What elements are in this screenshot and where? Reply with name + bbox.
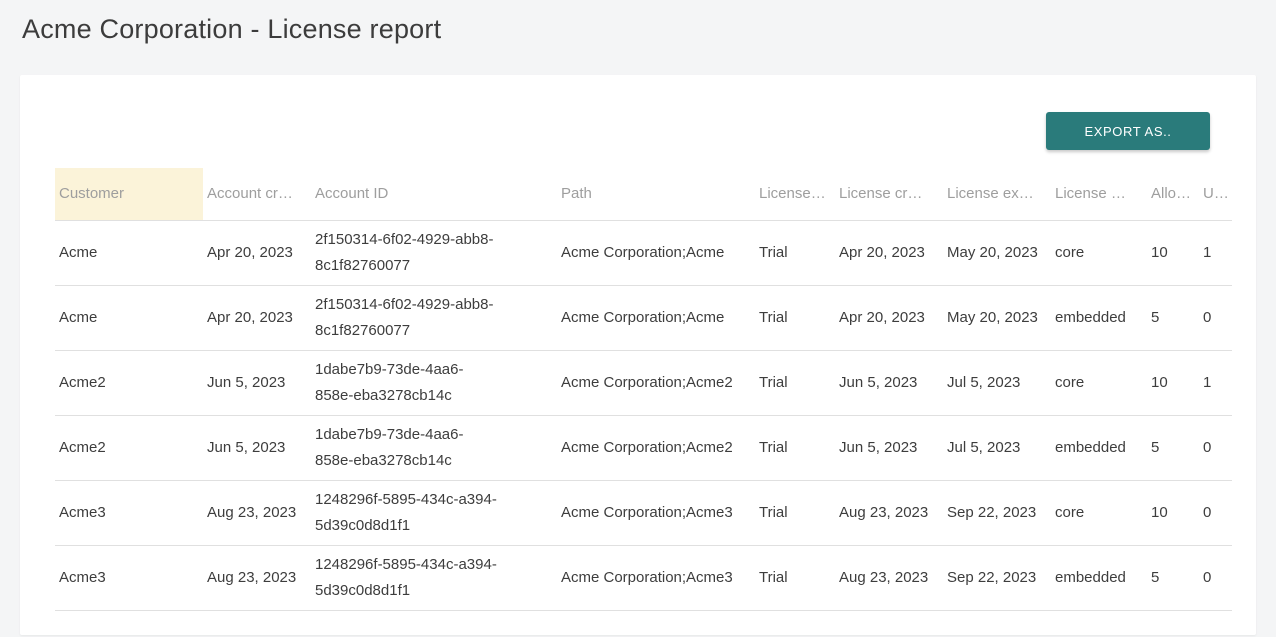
table-row: Acme2Jun 5, 20231dabe7b9-73de-4aa6-858e-… <box>55 350 1232 415</box>
column-header-allowed[interactable]: Allo… <box>1147 168 1199 220</box>
column-header-license-type[interactable]: License… <box>755 168 835 220</box>
column-header-customer[interactable]: Customer <box>55 168 203 220</box>
cell-used: 0 <box>1199 545 1232 610</box>
cell-license-model: embedded <box>1051 285 1147 350</box>
table-row: AcmeApr 20, 20232f150314-6f02-4929-abb8-… <box>55 285 1232 350</box>
report-card: EXPORT AS.. CustomerAccount cr…Account I… <box>20 75 1256 635</box>
cell-path: Acme Corporation;Acme2 <box>557 415 755 480</box>
cell-license-expires: Sep 22, 2023 <box>943 480 1051 545</box>
license-table: CustomerAccount cr…Account IDPathLicense… <box>55 168 1232 611</box>
export-as-button[interactable]: EXPORT AS.. <box>1046 112 1210 150</box>
cell-path: Acme Corporation;Acme <box>557 285 755 350</box>
cell-used: 0 <box>1199 415 1232 480</box>
column-header-license-expires[interactable]: License ex… <box>943 168 1051 220</box>
cell-allowed: 5 <box>1147 415 1199 480</box>
cell-account-created: Jun 5, 2023 <box>203 415 311 480</box>
cell-license-model: core <box>1051 220 1147 285</box>
cell-allowed: 5 <box>1147 545 1199 610</box>
cell-license-created: Jun 5, 2023 <box>835 350 943 415</box>
column-header-account-id[interactable]: Account ID <box>311 168 557 220</box>
cell-license-type: Trial <box>755 350 835 415</box>
cell-allowed: 10 <box>1147 220 1199 285</box>
cell-account-created: Aug 23, 2023 <box>203 480 311 545</box>
cell-license-created: Jun 5, 2023 <box>835 415 943 480</box>
cell-license-type: Trial <box>755 285 835 350</box>
column-header-path[interactable]: Path <box>557 168 755 220</box>
cell-license-type: Trial <box>755 220 835 285</box>
cell-license-expires: May 20, 2023 <box>943 220 1051 285</box>
cell-license-expires: May 20, 2023 <box>943 285 1051 350</box>
cell-used: 0 <box>1199 480 1232 545</box>
cell-account-id: 1dabe7b9-73de-4aa6-858e-eba3278cb14c <box>311 350 557 415</box>
cell-customer: Acme3 <box>55 545 203 610</box>
cell-license-expires: Sep 22, 2023 <box>943 545 1051 610</box>
cell-used: 1 <box>1199 350 1232 415</box>
column-header-used[interactable]: U… <box>1199 168 1232 220</box>
page-title: Acme Corporation - License report <box>0 0 1276 45</box>
toolbar: EXPORT AS.. <box>20 75 1256 150</box>
column-header-account-created[interactable]: Account cr… <box>203 168 311 220</box>
table-row: AcmeApr 20, 20232f150314-6f02-4929-abb8-… <box>55 220 1232 285</box>
cell-customer: Acme2 <box>55 415 203 480</box>
table-row: Acme2Jun 5, 20231dabe7b9-73de-4aa6-858e-… <box>55 415 1232 480</box>
cell-account-created: Apr 20, 2023 <box>203 220 311 285</box>
license-table-container: CustomerAccount cr…Account IDPathLicense… <box>20 150 1256 611</box>
cell-path: Acme Corporation;Acme2 <box>557 350 755 415</box>
table-body: AcmeApr 20, 20232f150314-6f02-4929-abb8-… <box>55 220 1232 610</box>
cell-license-model: embedded <box>1051 545 1147 610</box>
cell-account-id: 1248296f-5895-434c-a394-5d39c0d8d1f1 <box>311 480 557 545</box>
cell-license-type: Trial <box>755 545 835 610</box>
cell-used: 1 <box>1199 220 1232 285</box>
cell-customer: Acme <box>55 285 203 350</box>
table-row: Acme3Aug 23, 20231248296f-5895-434c-a394… <box>55 545 1232 610</box>
column-header-license-model[interactable]: License … <box>1051 168 1147 220</box>
cell-license-type: Trial <box>755 415 835 480</box>
column-header-license-created[interactable]: License cr… <box>835 168 943 220</box>
cell-account-id: 1248296f-5895-434c-a394-5d39c0d8d1f1 <box>311 545 557 610</box>
cell-customer: Acme <box>55 220 203 285</box>
cell-account-created: Aug 23, 2023 <box>203 545 311 610</box>
cell-allowed: 10 <box>1147 480 1199 545</box>
cell-customer: Acme3 <box>55 480 203 545</box>
cell-used: 0 <box>1199 285 1232 350</box>
cell-allowed: 5 <box>1147 285 1199 350</box>
cell-account-id: 2f150314-6f02-4929-abb8-8c1f82760077 <box>311 220 557 285</box>
cell-license-created: Apr 20, 2023 <box>835 220 943 285</box>
cell-account-created: Jun 5, 2023 <box>203 350 311 415</box>
cell-license-created: Aug 23, 2023 <box>835 480 943 545</box>
table-row: Acme3Aug 23, 20231248296f-5895-434c-a394… <box>55 480 1232 545</box>
cell-license-expires: Jul 5, 2023 <box>943 350 1051 415</box>
cell-account-id: 2f150314-6f02-4929-abb8-8c1f82760077 <box>311 285 557 350</box>
cell-license-model: embedded <box>1051 415 1147 480</box>
cell-license-type: Trial <box>755 480 835 545</box>
cell-customer: Acme2 <box>55 350 203 415</box>
cell-license-created: Apr 20, 2023 <box>835 285 943 350</box>
table-header-row: CustomerAccount cr…Account IDPathLicense… <box>55 168 1232 220</box>
cell-license-model: core <box>1051 480 1147 545</box>
cell-path: Acme Corporation;Acme <box>557 220 755 285</box>
cell-license-expires: Jul 5, 2023 <box>943 415 1051 480</box>
cell-allowed: 10 <box>1147 350 1199 415</box>
cell-path: Acme Corporation;Acme3 <box>557 480 755 545</box>
cell-account-created: Apr 20, 2023 <box>203 285 311 350</box>
cell-license-created: Aug 23, 2023 <box>835 545 943 610</box>
cell-path: Acme Corporation;Acme3 <box>557 545 755 610</box>
cell-license-model: core <box>1051 350 1147 415</box>
cell-account-id: 1dabe7b9-73de-4aa6-858e-eba3278cb14c <box>311 415 557 480</box>
